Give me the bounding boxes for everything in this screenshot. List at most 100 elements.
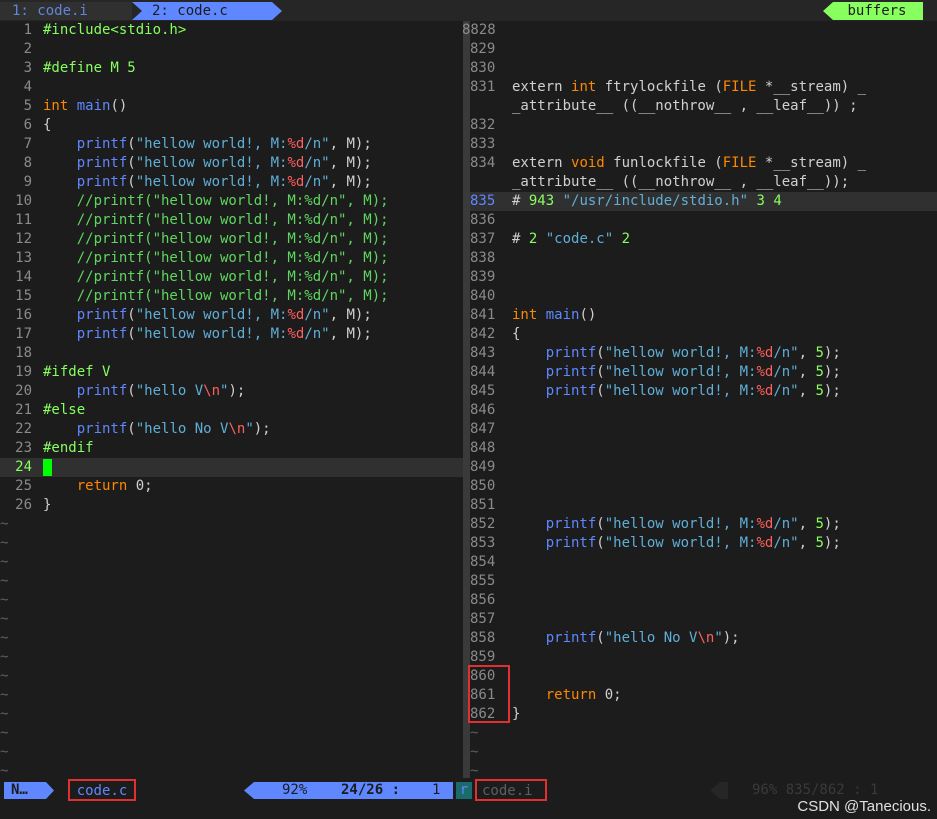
code-text: #include<stdio.h> [43, 22, 187, 38]
code-text: printf("hellow world!, M:%d/n", 5); [545, 364, 841, 380]
code-line[interactable]: 842 { [470, 325, 937, 344]
code-text: #ifdef V [43, 364, 111, 380]
code-line[interactable]: 833 [470, 135, 937, 154]
code-line[interactable]: 1 #include<stdio.h> [0, 21, 463, 40]
line-number: 21 [15, 402, 32, 418]
code-text: printf("hellow world!, M:%d/n", 5); [545, 535, 841, 551]
code-line[interactable]: 843 printf("hellow world!, M:%d/n", 5); [470, 344, 937, 363]
code-line[interactable]: 845 printf("hellow world!, M:%d/n", 5); [470, 382, 937, 401]
code-line[interactable]: 852 printf("hellow world!, M:%d/n", 5); [470, 515, 937, 534]
tab-code-c[interactable]: 2: code.c [132, 2, 282, 20]
line-number: 849 [470, 459, 496, 475]
line-number: 5 [23, 98, 32, 114]
code-line[interactable]: 2 [0, 40, 463, 59]
left-editor-pane[interactable]: 1 #include<stdio.h> 2 3 #define M 5 4 5 int mai… [0, 21, 463, 781]
code-line[interactable]: 8828 [462, 21, 937, 40]
code-line[interactable]: 846 [470, 401, 937, 420]
code-line[interactable]: 839 [470, 268, 937, 287]
line-number: 12 [15, 231, 32, 247]
line-number: 11 [15, 212, 32, 228]
tab-line: 1: code.i 2: code.c buffers [0, 0, 937, 21]
empty-line-marker: ~ [0, 725, 9, 741]
code-line[interactable]: 17 printf("hellow world!, M:%d/n", M); [0, 325, 463, 344]
code-line[interactable]: 23 #endif [0, 439, 463, 458]
empty-line-marker: ~ [0, 516, 9, 532]
code-line[interactable]: 4 [0, 78, 463, 97]
code-line[interactable]: 25 return 0; [0, 477, 463, 496]
code-line[interactable]: 18 [0, 344, 463, 363]
code-text: //printf("hellow world!, M:%d/n", M); [43, 231, 389, 247]
code-line[interactable]: 848 [470, 439, 937, 458]
code-line[interactable]: 829 [470, 40, 937, 59]
code-line[interactable]: 11 //printf("hellow world!, M:%d/n", M); [0, 211, 463, 230]
code-line[interactable]: 12 //printf("hellow world!, M:%d/n", M); [0, 230, 463, 249]
code-line[interactable]: 849 [470, 458, 937, 477]
code-line[interactable]: 830 [470, 59, 937, 78]
line-number: 858 [470, 630, 496, 646]
code-line[interactable]: 862} [470, 705, 937, 724]
code-line[interactable]: 840 [470, 287, 937, 306]
line-number: 9 [23, 174, 32, 190]
code-text: //printf("hellow world!, M:%d/n", M); [43, 269, 389, 285]
code-line[interactable]: 22 printf("hello No V\n"); [0, 420, 463, 439]
code-line[interactable]: 857 [470, 610, 937, 629]
right-file-name: code.i [475, 779, 547, 801]
code-line[interactable]: 13 //printf("hellow world!, M:%d/n", M); [0, 249, 463, 268]
left-percent: 92% [282, 782, 308, 798]
code-line[interactable]: 3 #define M 5 [0, 59, 463, 78]
code-line[interactable]: _attribute__ ((__nothrow__ , __leaf__)); [470, 173, 937, 192]
code-line[interactable]: 7 printf("hellow world!, M:%d/n", M); [0, 135, 463, 154]
line-number: 13 [15, 250, 32, 266]
code-line[interactable]: 858 printf("hello No V\n"); [470, 629, 937, 648]
code-line[interactable]: 853 printf("hellow world!, M:%d/n", 5); [470, 534, 937, 553]
line-number: 843 [470, 345, 496, 361]
code-line[interactable]: 10 //printf("hellow world!, M:%d/n", M); [0, 192, 463, 211]
code-line[interactable]: 831 extern int ftrylockfile (FILE *__stre… [470, 78, 937, 97]
line-number: 832 [470, 117, 496, 133]
code-line[interactable]: 851 [470, 496, 937, 515]
code-line[interactable]: 6{ [0, 116, 463, 135]
code-line[interactable]: 835 # 943 "/usr/include/stdio.h" 3 4 [470, 192, 937, 211]
right-mode-indicator: r [456, 782, 472, 799]
code-line[interactable]: 20 printf("hello V\n"); [0, 382, 463, 401]
code-line[interactable]: 834 extern void funlockfile (FILE *__stre… [470, 154, 937, 173]
code-text: int main() [43, 98, 128, 114]
code-line[interactable]: 19 #ifdef V [0, 363, 463, 382]
code-line[interactable]: 844 printf("hellow world!, M:%d/n", 5); [470, 363, 937, 382]
right-position-text: 96% 835/862 : 1 [752, 782, 879, 798]
code-line[interactable]: _attribute__ ((__nothrow__ , __leaf__)) … [470, 97, 937, 116]
code-line[interactable]: 26} [0, 496, 463, 515]
code-line[interactable]: 847 [470, 420, 937, 439]
code-line[interactable]: 860 [470, 667, 937, 686]
empty-line-marker: ~ [0, 573, 9, 589]
code-line[interactable]: 21 #else [0, 401, 463, 420]
code-line[interactable]: 8 printf("hellow world!, M:%d/n", M); [0, 154, 463, 173]
code-line[interactable]: 15 //printf("hellow world!, M:%d/n", M); [0, 287, 463, 306]
code-line[interactable]: 841 int main() [470, 306, 937, 325]
tab-code-i[interactable]: 1: code.i [0, 2, 132, 20]
code-line[interactable]: 859 [470, 648, 937, 667]
code-line[interactable]: 16 printf("hellow world!, M:%d/n", M); [0, 306, 463, 325]
code-line[interactable]: 837 # 2 "code.c" 2 [470, 230, 937, 249]
code-line[interactable]: 832 [470, 116, 937, 135]
code-line[interactable]: 855 [470, 572, 937, 591]
code-line[interactable]: 5 int main() [0, 97, 463, 116]
code-line[interactable]: 856 [470, 591, 937, 610]
empty-line-marker: ~ [470, 744, 479, 760]
code-line[interactable]: 850 [470, 477, 937, 496]
code-text: _attribute__ ((__nothrow__ , __leaf__)) … [512, 98, 858, 114]
code-line[interactable]: 9 printf("hellow world!, M:%d/n", M); [0, 173, 463, 192]
line-number: 839 [470, 269, 496, 285]
buffers-label[interactable]: buffers [823, 2, 923, 20]
code-line[interactable]: 14 //printf("hellow world!, M:%d/n", M); [0, 268, 463, 287]
code-line[interactable]: 836 [470, 211, 937, 230]
code-line[interactable]: 24 [0, 458, 463, 477]
empty-line-marker: ~ [0, 611, 9, 627]
code-line[interactable]: 838 [470, 249, 937, 268]
right-editor-pane[interactable]: 8828 829 830 831 extern int ftrylockfile (FI… [462, 21, 937, 781]
code-line[interactable]: 854 [470, 553, 937, 572]
code-text: printf("hellow world!, M:%d/n", 5); [545, 516, 841, 532]
code-line[interactable]: 861 return 0; [470, 686, 937, 705]
line-number: 22 [15, 421, 32, 437]
line-number: 24 [15, 459, 32, 475]
